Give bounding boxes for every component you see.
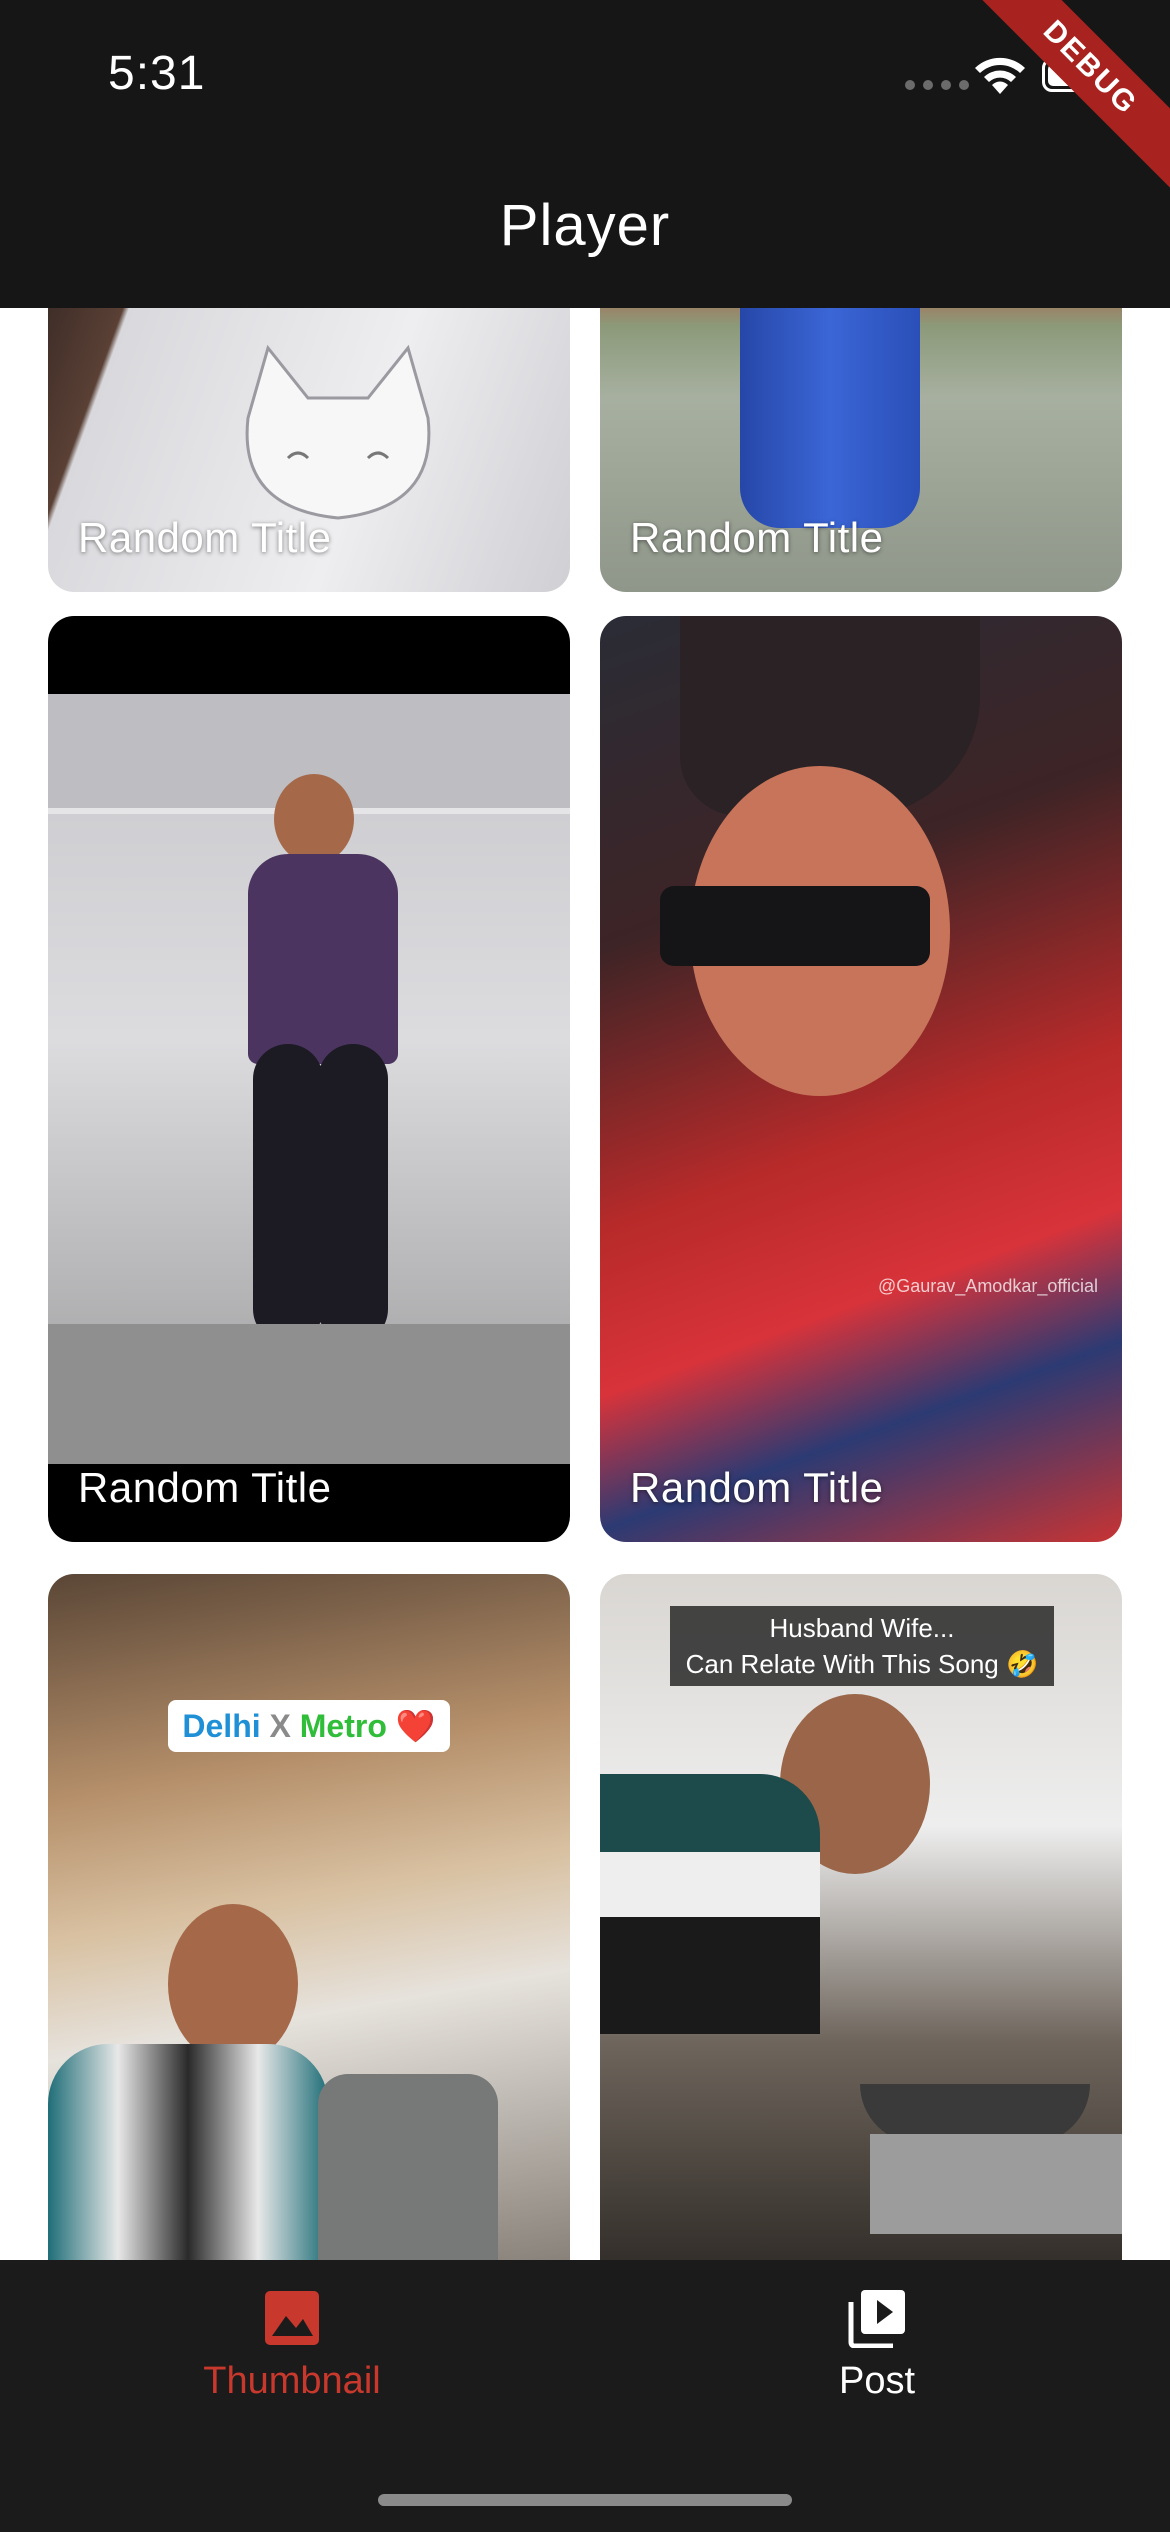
tab-post-label: Post xyxy=(838,2360,916,2402)
tab-thumbnail-label: Thumbnail xyxy=(203,2360,381,2402)
striped-shirt xyxy=(48,2044,328,2260)
bottom-navigation: Thumbnail Post xyxy=(0,2260,1170,2532)
video-card[interactable]: Random Title xyxy=(600,308,1122,592)
card-title: Random Title xyxy=(78,514,332,561)
debug-banner: DEBUG xyxy=(964,0,1170,194)
stove xyxy=(870,2134,1122,2234)
person-face xyxy=(168,1904,298,2064)
caption-overlay: Husband Wife... Can Relate With This Son… xyxy=(670,1606,1054,1686)
jeans-figure xyxy=(740,308,920,528)
wifi-icon xyxy=(975,57,1025,94)
video-grid[interactable]: Random Title Random Title Random Title @… xyxy=(0,308,1170,2260)
video-card[interactable]: Random Title xyxy=(48,616,570,1542)
tshirt xyxy=(600,1774,820,2034)
home-indicator[interactable] xyxy=(378,2494,792,2506)
video-card[interactable]: @Gaurav_Amodkar_official Random Title xyxy=(600,616,1122,1542)
watermark: @Gaurav_Amodkar_official xyxy=(878,1276,1099,1296)
video-card[interactable]: Random Title xyxy=(48,308,570,592)
tab-thumbnail[interactable]: Thumbnail xyxy=(112,2288,472,2403)
purple-shirt xyxy=(248,854,398,1064)
room-background xyxy=(48,694,570,1464)
app-header: 5:31 DEBUG Player xyxy=(0,0,1170,308)
video-card[interactable]: Delhi X Metro ❤️ xyxy=(48,1574,570,2260)
cellular-signal-icon xyxy=(905,80,969,90)
caption-sticker: Delhi X Metro ❤️ xyxy=(168,1700,450,1752)
card-title: Random Title xyxy=(630,514,884,561)
status-time: 5:31 xyxy=(108,47,206,100)
metro-seat xyxy=(318,2074,498,2260)
video-card[interactable]: Husband Wife... Can Relate With This Son… xyxy=(600,1574,1122,2260)
image-icon xyxy=(265,2291,319,2345)
page-title: Player xyxy=(499,193,671,258)
person-head xyxy=(274,774,354,864)
card-title: Random Title xyxy=(630,1464,884,1511)
card-title: Random Title xyxy=(78,1464,332,1511)
sunglasses xyxy=(660,886,930,966)
tab-post[interactable]: Post xyxy=(697,2288,1057,2403)
video-library-icon xyxy=(848,2290,905,2348)
cat-print-illustration xyxy=(245,344,431,520)
